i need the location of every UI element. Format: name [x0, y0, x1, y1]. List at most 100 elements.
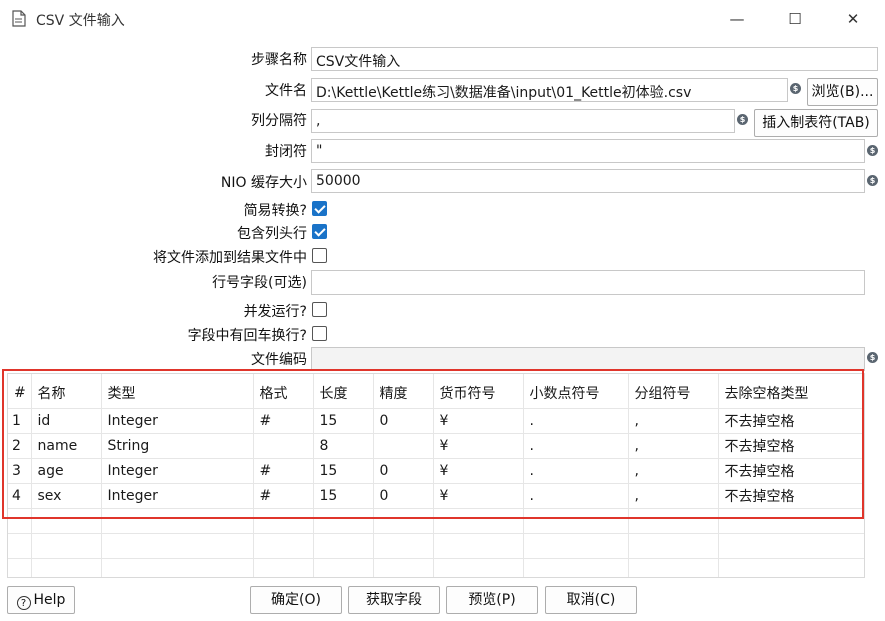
- table-cell[interactable]: 3: [8, 458, 32, 484]
- nio-buffer-input[interactable]: 50000: [311, 169, 865, 193]
- table-cell[interactable]: #: [253, 408, 314, 434]
- lazy-conversion-checkbox[interactable]: [312, 201, 327, 216]
- table-cell[interactable]: ¥: [433, 458, 524, 484]
- table-cell[interactable]: ,: [628, 433, 719, 459]
- table-cell[interactable]: ¥: [433, 433, 524, 459]
- table-cell[interactable]: #: [253, 483, 314, 509]
- table-row[interactable]: 1 id Integer #15 0 ¥., 不去掉空格: [8, 408, 864, 434]
- table-cell[interactable]: [8, 508, 32, 534]
- table-cell[interactable]: .: [523, 433, 629, 459]
- table-cell[interactable]: Integer: [101, 483, 254, 509]
- table-cell[interactable]: Integer: [101, 458, 254, 484]
- header-row-checkbox[interactable]: [312, 224, 327, 239]
- table-cell[interactable]: 不去掉空格: [718, 408, 864, 434]
- table-cell[interactable]: 15: [313, 408, 374, 434]
- table-row[interactable]: 4 sex Integer #15 0 ¥., 不去掉空格: [8, 483, 864, 509]
- column-header[interactable]: 货币符号: [433, 374, 524, 409]
- help-button[interactable]: ? Help: [7, 586, 75, 614]
- table-cell[interactable]: .: [523, 483, 629, 509]
- column-header[interactable]: 小数点符号: [523, 374, 629, 409]
- table-cell[interactable]: #: [253, 458, 314, 484]
- table-cell[interactable]: [628, 558, 719, 577]
- fields-table[interactable]: # 名称 类型 格式 长度 精度 货币符号 小数点符号 分组符号 去除空格类型 …: [7, 373, 865, 578]
- table-cell[interactable]: [253, 508, 314, 534]
- rownum-field-input[interactable]: [311, 270, 865, 295]
- table-cell[interactable]: [31, 508, 102, 534]
- table-cell[interactable]: Integer: [101, 408, 254, 434]
- cancel-button[interactable]: 取消(C): [545, 586, 637, 614]
- file-name-input[interactable]: D:\Kettle\Kettle练习\数据准备\input\01_Kettle初…: [311, 78, 788, 102]
- table-row[interactable]: [8, 508, 864, 534]
- column-header[interactable]: 长度: [313, 374, 374, 409]
- table-cell[interactable]: 2: [8, 433, 32, 459]
- table-cell[interactable]: ¥: [433, 408, 524, 434]
- column-header[interactable]: 精度: [373, 374, 434, 409]
- insert-tab-button[interactable]: 插入制表符(TAB): [754, 109, 878, 137]
- table-cell[interactable]: 1: [8, 408, 32, 434]
- table-cell[interactable]: [8, 558, 32, 577]
- table-cell[interactable]: [718, 533, 864, 559]
- table-cell[interactable]: [253, 433, 314, 459]
- table-cell[interactable]: 0: [373, 483, 434, 509]
- table-cell[interactable]: age: [31, 458, 102, 484]
- table-cell[interactable]: 不去掉空格: [718, 458, 864, 484]
- table-cell[interactable]: ,: [628, 408, 719, 434]
- table-cell[interactable]: [313, 533, 374, 559]
- table-cell[interactable]: [433, 533, 524, 559]
- table-cell[interactable]: sex: [31, 483, 102, 509]
- column-header[interactable]: 去除空格类型: [718, 374, 864, 409]
- table-cell[interactable]: [373, 433, 434, 459]
- table-cell[interactable]: [101, 533, 254, 559]
- browse-button[interactable]: 浏览(B)...: [807, 78, 878, 106]
- newline-in-field-checkbox[interactable]: [312, 326, 327, 341]
- table-cell[interactable]: 0: [373, 458, 434, 484]
- table-cell[interactable]: 4: [8, 483, 32, 509]
- table-cell[interactable]: 8: [313, 433, 374, 459]
- table-cell[interactable]: 15: [313, 458, 374, 484]
- table-cell[interactable]: id: [31, 408, 102, 434]
- table-row[interactable]: 3 age Integer #15 0 ¥., 不去掉空格: [8, 458, 864, 484]
- table-cell[interactable]: [523, 533, 629, 559]
- column-header[interactable]: 格式: [253, 374, 314, 409]
- preview-button[interactable]: 预览(P): [446, 586, 538, 614]
- add-to-result-checkbox[interactable]: [312, 248, 327, 263]
- table-cell[interactable]: [313, 508, 374, 534]
- column-header[interactable]: 名称: [31, 374, 102, 409]
- table-cell[interactable]: ,: [628, 483, 719, 509]
- table-cell[interactable]: ,: [628, 458, 719, 484]
- maximize-button[interactable]: ☐: [772, 6, 818, 32]
- table-cell[interactable]: [433, 508, 524, 534]
- table-cell[interactable]: 不去掉空格: [718, 483, 864, 509]
- table-cell[interactable]: [628, 508, 719, 534]
- table-cell[interactable]: [313, 558, 374, 577]
- step-name-input[interactable]: CSV文件输入: [311, 47, 878, 71]
- table-cell[interactable]: 不去掉空格: [718, 433, 864, 459]
- delimiter-input[interactable]: ,: [311, 109, 735, 133]
- table-cell[interactable]: [373, 508, 434, 534]
- table-cell[interactable]: .: [523, 408, 629, 434]
- ok-button[interactable]: 确定(O): [250, 586, 342, 614]
- table-cell[interactable]: ¥: [433, 483, 524, 509]
- table-cell[interactable]: [31, 533, 102, 559]
- column-header[interactable]: #: [8, 374, 32, 409]
- enclosure-input[interactable]: ": [311, 139, 865, 163]
- table-row[interactable]: [8, 558, 864, 577]
- table-cell[interactable]: 15: [313, 483, 374, 509]
- table-cell[interactable]: name: [31, 433, 102, 459]
- table-cell[interactable]: [253, 533, 314, 559]
- table-cell[interactable]: [523, 558, 629, 577]
- parallel-checkbox[interactable]: [312, 302, 327, 317]
- table-cell[interactable]: [718, 558, 864, 577]
- table-cell[interactable]: [628, 533, 719, 559]
- table-cell[interactable]: [101, 508, 254, 534]
- get-fields-button[interactable]: 获取字段: [348, 586, 440, 614]
- column-header[interactable]: 分组符号: [628, 374, 719, 409]
- table-row[interactable]: [8, 533, 864, 559]
- table-cell[interactable]: [8, 533, 32, 559]
- table-cell[interactable]: [373, 533, 434, 559]
- table-cell[interactable]: String: [101, 433, 254, 459]
- table-cell[interactable]: [253, 558, 314, 577]
- encoding-select[interactable]: [311, 347, 865, 371]
- table-cell[interactable]: [101, 558, 254, 577]
- column-header[interactable]: 类型: [101, 374, 254, 409]
